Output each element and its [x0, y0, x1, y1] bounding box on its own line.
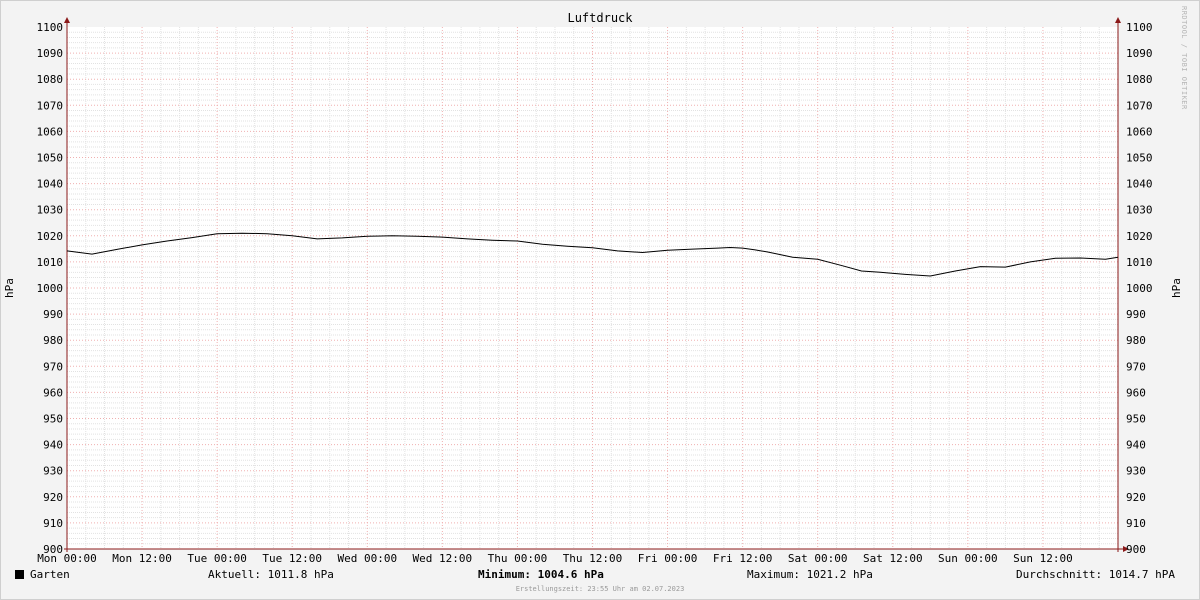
x-tick-label: Thu 12:00: [563, 552, 623, 565]
y-tick-label-left: 1020: [37, 230, 64, 243]
y-tick-label-right: 1040: [1126, 178, 1153, 191]
watermark: RRDTOOL / TOBI OETIKER: [1180, 6, 1188, 110]
y-tick-label-left: 950: [43, 413, 63, 426]
y-tick-label-left: 1010: [37, 256, 64, 269]
y-tick-label-right: 1010: [1126, 256, 1153, 269]
y-tick-label-right: 940: [1126, 439, 1146, 452]
y-tick-label-left: 940: [43, 439, 63, 452]
y-tick-label-right: 1020: [1126, 230, 1153, 243]
x-tick-label: Mon 00:00: [37, 552, 97, 565]
x-tick-label: Tue 12:00: [262, 552, 322, 565]
x-tick-label: Fri 12:00: [713, 552, 773, 565]
y-tick-label-left: 1080: [37, 73, 64, 86]
x-tick-label: Fri 00:00: [638, 552, 698, 565]
y-axis-label-left: hPa: [3, 278, 16, 298]
y-tick-label-left: 970: [43, 360, 63, 373]
y-axis-label-right: hPa: [1170, 278, 1183, 298]
y-tick-label-left: 1070: [37, 99, 64, 112]
y-tick-label-right: 960: [1126, 386, 1146, 399]
x-tick-label: Tue 00:00: [187, 552, 247, 565]
y-tick-label-right: 1090: [1126, 47, 1153, 60]
x-tick-label: Thu 00:00: [488, 552, 548, 565]
y-tick-label-right: 910: [1126, 517, 1146, 530]
y-tick-label-left: 1090: [37, 47, 64, 60]
y-tick-label-right: 970: [1126, 360, 1146, 373]
stat-current: Aktuell: 1011.8 hPa: [208, 568, 334, 581]
pressure-chart: 1100109010801070106010501040103010201010…: [3, 17, 1183, 565]
stat-average: Durchschnitt: 1014.7 hPA: [1016, 568, 1175, 581]
x-tick-label: Sun 00:00: [938, 552, 998, 565]
y-tick-label-right: 900: [1126, 543, 1146, 556]
y-tick-label-left: 980: [43, 334, 63, 347]
x-tick-label: Wed 00:00: [337, 552, 397, 565]
y-tick-label-right: 950: [1126, 413, 1146, 426]
x-tick-label: Wed 12:00: [413, 552, 473, 565]
y-tick-label-right: 1000: [1126, 282, 1153, 295]
y-tick-label-left: 910: [43, 517, 63, 530]
y-tick-label-left: 920: [43, 491, 63, 504]
footer-timestamp: Erstellungszeit: 23:55 Uhr am 02.07.2023: [515, 585, 685, 593]
y-tick-label-right: 1070: [1126, 99, 1153, 112]
chart-title: Luftdruck: [567, 11, 633, 25]
y-tick-label-left: 1050: [37, 152, 64, 165]
x-tick-label: Mon 12:00: [112, 552, 172, 565]
y-tick-label-right: 990: [1126, 308, 1146, 321]
y-tick-label-right: 1080: [1126, 73, 1153, 86]
y-tick-label-left: 960: [43, 386, 63, 399]
y-tick-label-right: 920: [1126, 491, 1146, 504]
legend-label: Garten: [30, 568, 70, 581]
y-tick-label-right: 1060: [1126, 125, 1153, 138]
x-tick-label: Sat 12:00: [863, 552, 923, 565]
y-tick-label-left: 930: [43, 465, 63, 478]
x-tick-label: Sun 12:00: [1013, 552, 1073, 565]
y-tick-label-right: 1050: [1126, 152, 1153, 165]
y-tick-label-left: 990: [43, 308, 63, 321]
y-tick-labels-right: 1100109010801070106010501040103010201010…: [1126, 21, 1153, 556]
y-tick-label-right: 1030: [1126, 204, 1153, 217]
x-tick-label: Sat 00:00: [788, 552, 848, 565]
stat-maximum: Maximum: 1021.2 hPa: [747, 568, 873, 581]
y-tick-label-left: 1030: [37, 204, 64, 217]
legend-swatch: [15, 570, 24, 579]
y-tick-label-right: 980: [1126, 334, 1146, 347]
y-tick-label-left: 1000: [37, 282, 64, 295]
y-tick-label-left: 1040: [37, 178, 64, 191]
y-tick-label-left: 1060: [37, 125, 64, 138]
y-tick-labels-left: 1100109010801070106010501040103010201010…: [37, 21, 64, 556]
y-tick-label-right: 930: [1126, 465, 1146, 478]
x-tick-labels: Mon 00:00 Mon 12:00 Tue 00:00 Tue 12:00 Wed …: [37, 552, 1073, 565]
stat-minimum: Minimum: 1004.6 hPa: [478, 568, 604, 581]
